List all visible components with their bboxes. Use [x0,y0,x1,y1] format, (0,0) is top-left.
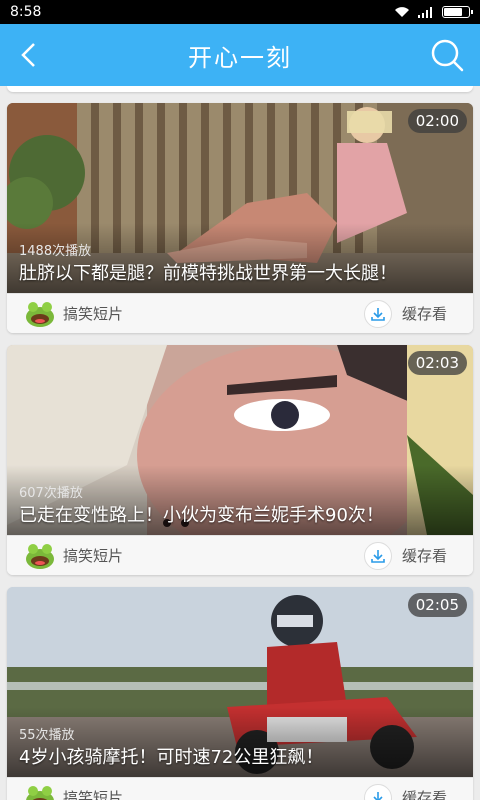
status-time: 8:58 [10,4,42,20]
cache-button[interactable]: 缓存看 [363,299,463,328]
video-duration: 02:00 [407,109,467,133]
video-card[interactable]: 02:05 55次播放 4岁小孩骑摩托！可时速72公里狂飙！ 搞笑短片 缓存看 [7,587,473,800]
video-card[interactable]: 02:03 607次播放 已走在变性路上！小伙为变布兰妮手术90次！ 搞笑短片 [7,345,473,575]
card-footer: 搞笑短片 缓存看 [7,293,473,333]
video-thumbnail[interactable]: 02:03 607次播放 已走在变性路上！小伙为变布兰妮手术90次！ [7,345,473,535]
category-tag[interactable]: 搞笑短片 [25,543,364,569]
category-tag[interactable]: 搞笑短片 [25,785,364,800]
video-title: 肚脐以下都是腿？前模特挑战世界第一大长腿！ [19,263,397,284]
status-icons [394,6,473,18]
back-button[interactable] [10,36,46,74]
category-label: 搞笑短片 [63,305,124,323]
frog-face-icon [26,301,54,327]
status-bar: 8:58 [0,0,480,24]
cache-button[interactable]: 缓存看 [363,541,463,570]
play-count: 1488次播放 [19,244,92,259]
header: 开心一刻 [0,24,480,86]
frog-face-icon [26,543,54,569]
previous-card-edge [7,86,473,92]
video-feed[interactable]: 02:00 1488次播放 肚脐以下都是腿？前模特挑战世界第一大长腿！ 搞笑短片 [0,86,480,800]
card-footer: 搞笑短片 缓存看 [7,777,473,800]
wifi-icon [395,7,409,17]
category-tag[interactable]: 搞笑短片 [25,301,364,327]
video-duration: 02:03 [407,351,467,375]
cache-label: 缓存看 [401,789,447,800]
play-count: 55次播放 [19,728,75,743]
search-button[interactable] [428,36,466,74]
signal-icon [418,7,432,18]
video-title: 已走在变性路上！小伙为变布兰妮手术90次！ [19,505,384,526]
chevron-left-icon [21,43,35,67]
category-label: 搞笑短片 [63,789,124,800]
video-duration: 02:05 [407,593,467,617]
download-icon [363,299,392,328]
cache-label: 缓存看 [401,305,447,323]
battery-icon [442,6,473,18]
cache-button[interactable]: 缓存看 [363,783,463,800]
video-card[interactable]: 02:00 1488次播放 肚脐以下都是腿？前模特挑战世界第一大长腿！ 搞笑短片 [7,103,473,333]
download-icon [363,541,392,570]
page-title: 开心一刻 [188,43,292,72]
cache-label: 缓存看 [401,547,447,565]
card-footer: 搞笑短片 缓存看 [7,535,473,575]
play-count: 607次播放 [19,486,83,501]
search-icon [431,39,464,72]
category-label: 搞笑短片 [63,547,124,565]
video-title: 4岁小孩骑摩托！可时速72公里狂飙！ [19,747,324,768]
frog-face-icon [26,785,54,800]
download-icon [363,783,392,800]
video-thumbnail[interactable]: 02:05 55次播放 4岁小孩骑摩托！可时速72公里狂飙！ [7,587,473,777]
video-thumbnail[interactable]: 02:00 1488次播放 肚脐以下都是腿？前模特挑战世界第一大长腿！ [7,103,473,293]
